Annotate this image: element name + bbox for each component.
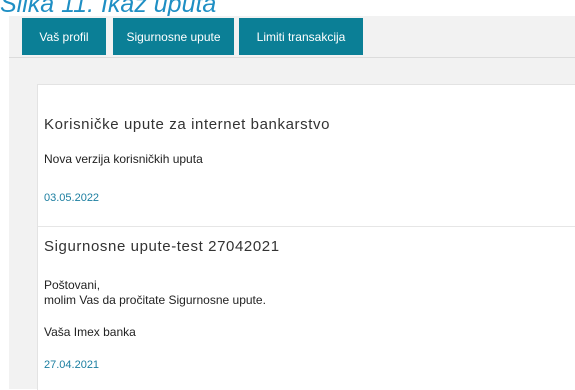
instruction-signature: Vaša Imex banka [44,325,136,339]
instruction-title: Sigurnosne upute-test 27042021 [44,238,280,255]
instruction-text: Poštovani, [44,278,101,292]
instruction-date[interactable]: 03.05.2022 [44,192,99,204]
instruction-title: Korisničke upute za internet bankarstvo [44,116,331,133]
figure-caption: Slika 11. Ikaz uputa [0,0,217,18]
instruction-text: molim Vas da pročitate Sigurnosne upute. [44,293,266,307]
tab-sigurnosne-upute[interactable]: Sigurnosne upute [113,18,234,55]
instruction-item: Korisničke upute za internet bankarstvo … [38,85,575,226]
instruction-date[interactable]: 27.04.2021 [44,359,99,371]
instruction-item: Sigurnosne upute-test 27042021 Poštovani… [38,227,575,390]
instruction-text: Nova verzija korisničkih uputa [44,152,203,166]
app-shell: Vaš profil Sigurnosne upute Limiti trans… [9,16,575,390]
tab-vas-profil[interactable]: Vaš profil [22,18,106,55]
instructions-panel: Korisničke upute za internet bankarstvo … [37,84,575,390]
tab-limiti-transakcija[interactable]: Limiti transakcija [239,18,363,55]
tab-bar: Vaš profil Sigurnosne upute Limiti trans… [9,16,575,58]
